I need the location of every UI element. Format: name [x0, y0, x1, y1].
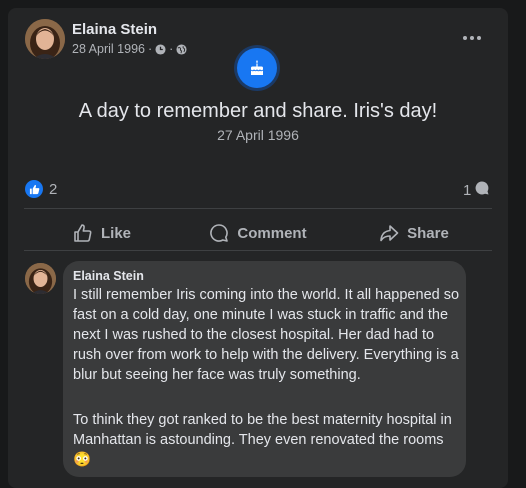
like-label: Like [100, 224, 131, 242]
commenter-avatar[interactable] [25, 263, 56, 294]
comments-summary[interactable]: 1 [463, 180, 490, 200]
meta-separator: · [147, 42, 153, 56]
comment-bubble: Elaina Stein I still remember Iris comin… [63, 261, 466, 477]
comment-button[interactable]: Comment [180, 218, 336, 248]
author-avatar[interactable] [25, 19, 65, 59]
reaction-count: 2 [49, 180, 58, 198]
comment-paragraph: I still remember Iris coming into the wo… [73, 287, 460, 383]
more-horizontal-icon [463, 36, 467, 40]
divider [24, 208, 492, 209]
author-name[interactable]: Elaina Stein [72, 21, 157, 38]
meta-separator-2: · [169, 42, 174, 56]
divider [24, 250, 492, 251]
cake-icon [237, 48, 277, 88]
post-date[interactable]: 28 April 1996 [72, 42, 145, 56]
event-date: 27 April 1996 [217, 127, 299, 143]
share-label: Share [407, 224, 449, 242]
clock-icon [155, 43, 166, 55]
event-title: A day to remember and share. Iris's day! [78, 100, 438, 122]
more-options-button[interactable] [458, 28, 486, 48]
share-button[interactable]: Share [336, 218, 492, 248]
like-button[interactable]: Like [24, 218, 180, 248]
share-icon [379, 223, 399, 243]
reactions-summary[interactable]: 2 [25, 180, 57, 198]
comment-count: 1 [463, 181, 472, 199]
like-reaction-icon [25, 180, 43, 198]
comment-bubble-icon [474, 180, 490, 200]
comment-author[interactable]: Elaina Stein [73, 269, 144, 283]
post-meta: 28 April 1996 · · [72, 42, 187, 56]
comment-paragraph: To think they got ranked to be the best … [73, 412, 452, 468]
post-card: Elaina Stein 28 April 1996 · · A day to … [8, 8, 508, 488]
thumbs-up-icon [73, 223, 93, 243]
comment-icon [209, 223, 229, 243]
comment-label: Comment [237, 224, 307, 242]
globe-icon[interactable] [176, 43, 187, 55]
